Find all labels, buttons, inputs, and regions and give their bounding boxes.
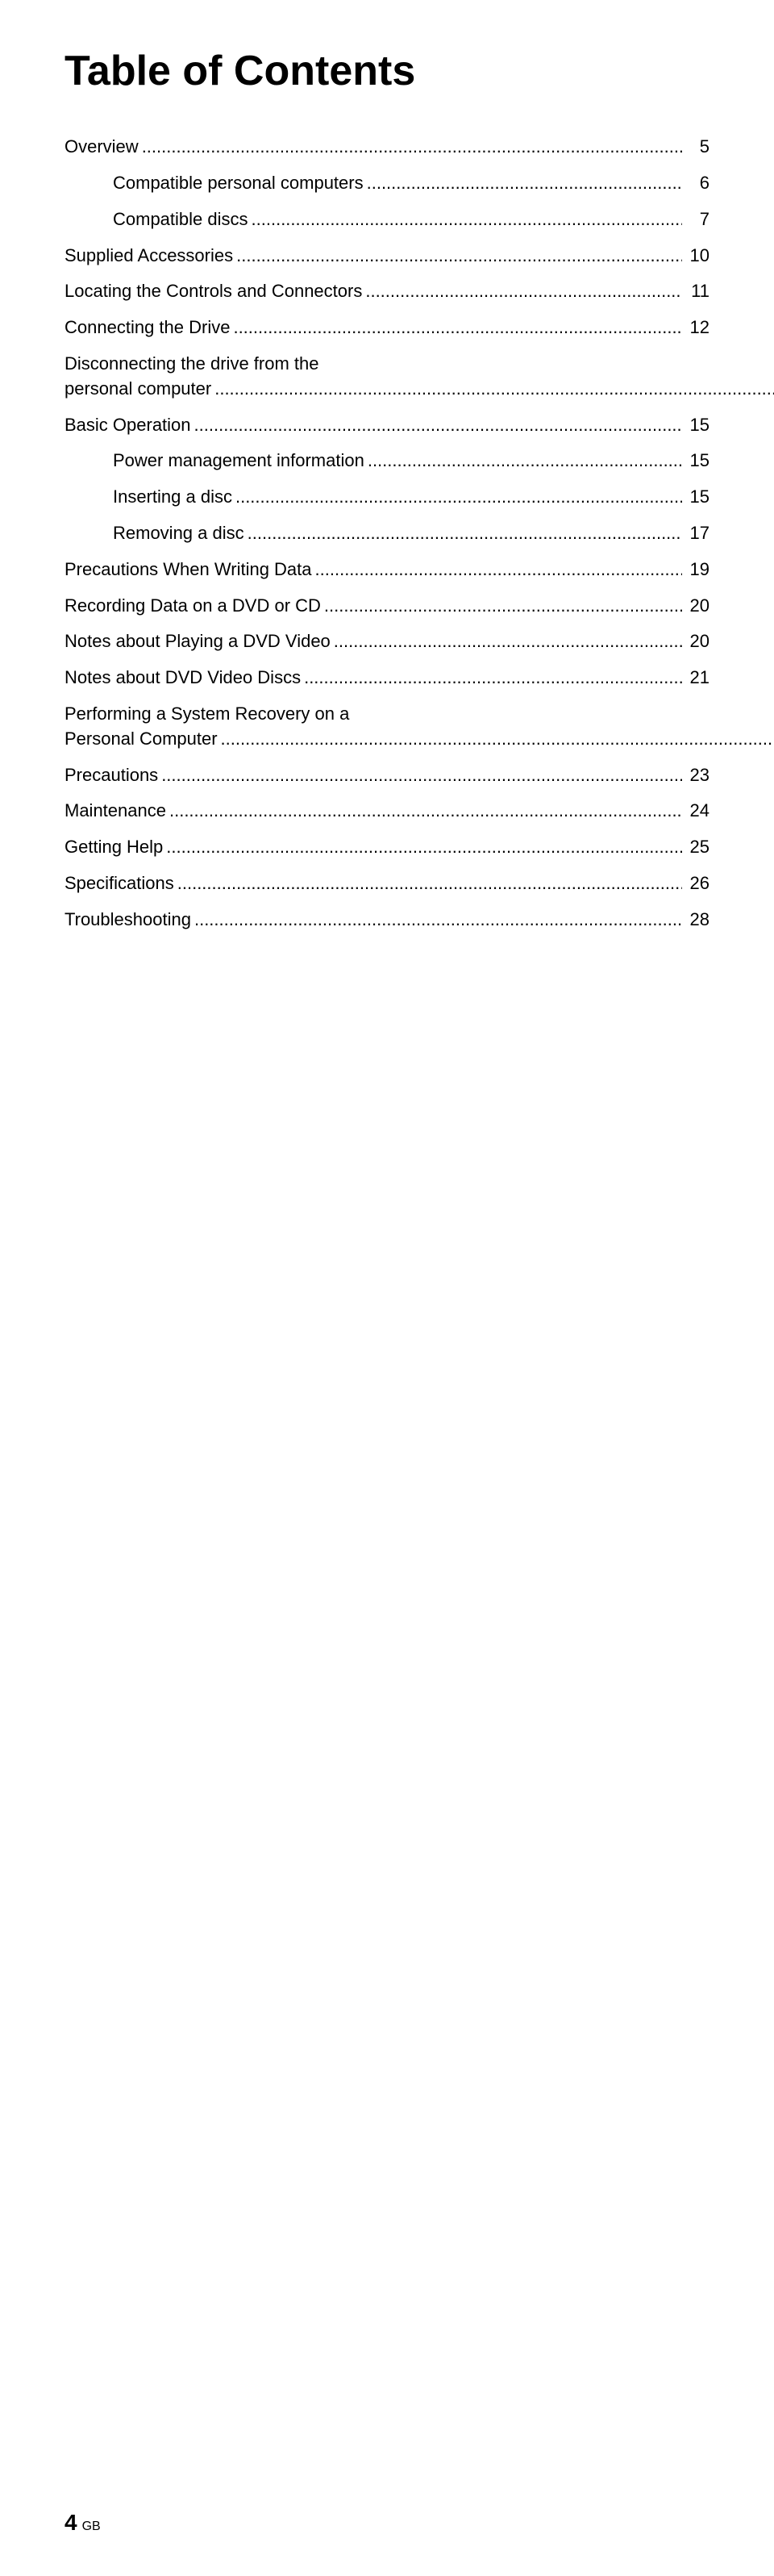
toc-item-getting-help: Getting Help 25 bbox=[64, 835, 710, 860]
toc-item-basic-operation: Basic Operation 15 bbox=[64, 413, 710, 438]
toc-dots-notes-dvd-discs bbox=[304, 666, 682, 691]
toc-item-disconnecting-drive: Disconnecting the drive from the persona… bbox=[64, 352, 710, 402]
toc-dots-precautions bbox=[161, 763, 682, 788]
toc-page-compatible-computers: 6 bbox=[685, 171, 710, 196]
toc-label-notes-playing: Notes about Playing a DVD Video bbox=[64, 629, 331, 654]
toc-label-disconnecting-line1: Disconnecting the drive from the bbox=[64, 352, 774, 377]
toc-dots-power-management bbox=[368, 449, 682, 474]
toc-page-notes-dvd-discs: 21 bbox=[685, 666, 710, 691]
toc-label-connecting-drive: Connecting the Drive bbox=[64, 315, 230, 340]
toc-page-removing-disc: 17 bbox=[685, 521, 710, 546]
toc-page-power-management: 15 bbox=[685, 449, 710, 474]
toc-page-troubleshooting: 28 bbox=[685, 908, 710, 933]
toc-dots-supplied-accessories bbox=[236, 244, 682, 269]
toc-label-overview: Overview bbox=[64, 135, 139, 160]
toc-label-system-recovery-line1: Performing a System Recovery on a bbox=[64, 702, 774, 727]
toc-dots-basic-operation bbox=[194, 413, 682, 438]
toc-dots-notes-playing bbox=[334, 629, 682, 654]
toc-page-locating-controls: 11 bbox=[685, 279, 710, 304]
toc-label-compatible-discs: Compatible discs bbox=[113, 207, 248, 232]
toc-label-troubleshooting: Troubleshooting bbox=[64, 908, 191, 933]
toc-item-removing-disc: Removing a disc 17 bbox=[64, 521, 710, 546]
toc-dots-compatible-discs bbox=[252, 207, 682, 232]
toc-item-notes-dvd-discs: Notes about DVD Video Discs 21 bbox=[64, 666, 710, 691]
toc-label-maintenance: Maintenance bbox=[64, 799, 166, 824]
toc-dots-system-recovery bbox=[221, 727, 774, 752]
toc-item-precautions-writing: Precautions When Writing Data 19 bbox=[64, 557, 710, 582]
toc-label-basic-operation: Basic Operation bbox=[64, 413, 191, 438]
toc-label-precautions-writing: Precautions When Writing Data bbox=[64, 557, 312, 582]
toc-label-disconnecting-line2: personal computer bbox=[64, 377, 211, 402]
page-footer: 4 GB bbox=[64, 2510, 101, 2536]
toc-page-compatible-discs: 7 bbox=[685, 207, 710, 232]
toc-item-recording-data: Recording Data on a DVD or CD 20 bbox=[64, 594, 710, 619]
toc-item-supplied-accessories: Supplied Accessories 10 bbox=[64, 244, 710, 269]
toc-label-removing-disc: Removing a disc bbox=[113, 521, 244, 546]
toc-label-recording-data: Recording Data on a DVD or CD bbox=[64, 594, 321, 619]
toc-label-inserting-disc: Inserting a disc bbox=[113, 485, 232, 510]
toc-dots-getting-help bbox=[166, 835, 682, 860]
toc-page-connecting-drive: 12 bbox=[685, 315, 710, 340]
toc-item-inserting-disc: Inserting a disc 15 bbox=[64, 485, 710, 510]
toc-item-maintenance: Maintenance 24 bbox=[64, 799, 710, 824]
toc-label-system-recovery-line2: Personal Computer bbox=[64, 727, 218, 752]
page-number: 4 bbox=[64, 2510, 77, 2536]
toc-item-specifications: Specifications 26 bbox=[64, 871, 710, 896]
toc-dots-connecting-drive bbox=[233, 315, 682, 340]
toc-dots-specifications bbox=[177, 871, 682, 896]
toc-dots-maintenance bbox=[169, 799, 682, 824]
toc-page-precautions-writing: 19 bbox=[685, 557, 710, 582]
toc-dots-inserting-disc bbox=[235, 485, 682, 510]
toc-label-getting-help: Getting Help bbox=[64, 835, 163, 860]
toc-list: Overview 5 Compatible personal computers… bbox=[64, 135, 710, 932]
toc-label-power-management: Power management information bbox=[113, 449, 364, 474]
toc-dots-compatible-computers bbox=[367, 171, 682, 196]
toc-page-getting-help: 25 bbox=[685, 835, 710, 860]
toc-label-precautions: Precautions bbox=[64, 763, 158, 788]
toc-item-precautions: Precautions 23 bbox=[64, 763, 710, 788]
toc-page-specifications: 26 bbox=[685, 871, 710, 896]
toc-dots-troubleshooting bbox=[194, 908, 682, 933]
toc-item-compatible-computers: Compatible personal computers 6 bbox=[64, 171, 710, 196]
page-container: Table of Contents Overview 5 Compatible … bbox=[0, 0, 774, 2576]
toc-dots-recording-data bbox=[324, 594, 682, 619]
toc-item-connecting-drive: Connecting the Drive 12 bbox=[64, 315, 710, 340]
toc-page-supplied-accessories: 10 bbox=[685, 244, 710, 269]
toc-dots-removing-disc bbox=[248, 521, 682, 546]
toc-item-power-management: Power management information 15 bbox=[64, 449, 710, 474]
page-title: Table of Contents bbox=[64, 48, 710, 94]
toc-page-overview: 5 bbox=[685, 135, 710, 160]
toc-item-notes-playing: Notes about Playing a DVD Video 20 bbox=[64, 629, 710, 654]
toc-dots-precautions-writing bbox=[315, 557, 682, 582]
toc-page-inserting-disc: 15 bbox=[685, 485, 710, 510]
toc-dots-locating-controls bbox=[365, 279, 682, 304]
toc-label-locating-controls: Locating the Controls and Connectors bbox=[64, 279, 362, 304]
toc-label-compatible-computers: Compatible personal computers bbox=[113, 171, 364, 196]
toc-item-system-recovery: Performing a System Recovery on a Person… bbox=[64, 702, 710, 752]
toc-dots-disconnecting bbox=[214, 377, 774, 402]
toc-dots-overview bbox=[142, 135, 682, 160]
toc-label-supplied-accessories: Supplied Accessories bbox=[64, 244, 233, 269]
toc-label-notes-dvd-discs: Notes about DVD Video Discs bbox=[64, 666, 301, 691]
toc-page-recording-data: 20 bbox=[685, 594, 710, 619]
toc-page-notes-playing: 20 bbox=[685, 629, 710, 654]
toc-page-maintenance: 24 bbox=[685, 799, 710, 824]
toc-label-specifications: Specifications bbox=[64, 871, 174, 896]
toc-item-overview: Overview 5 bbox=[64, 135, 710, 160]
toc-item-locating-controls: Locating the Controls and Connectors 11 bbox=[64, 279, 710, 304]
page-number-suffix: GB bbox=[82, 2520, 101, 2534]
toc-page-precautions: 23 bbox=[685, 763, 710, 788]
toc-item-compatible-discs: Compatible discs 7 bbox=[64, 207, 710, 232]
toc-item-troubleshooting: Troubleshooting 28 bbox=[64, 908, 710, 933]
toc-page-basic-operation: 15 bbox=[685, 413, 710, 438]
